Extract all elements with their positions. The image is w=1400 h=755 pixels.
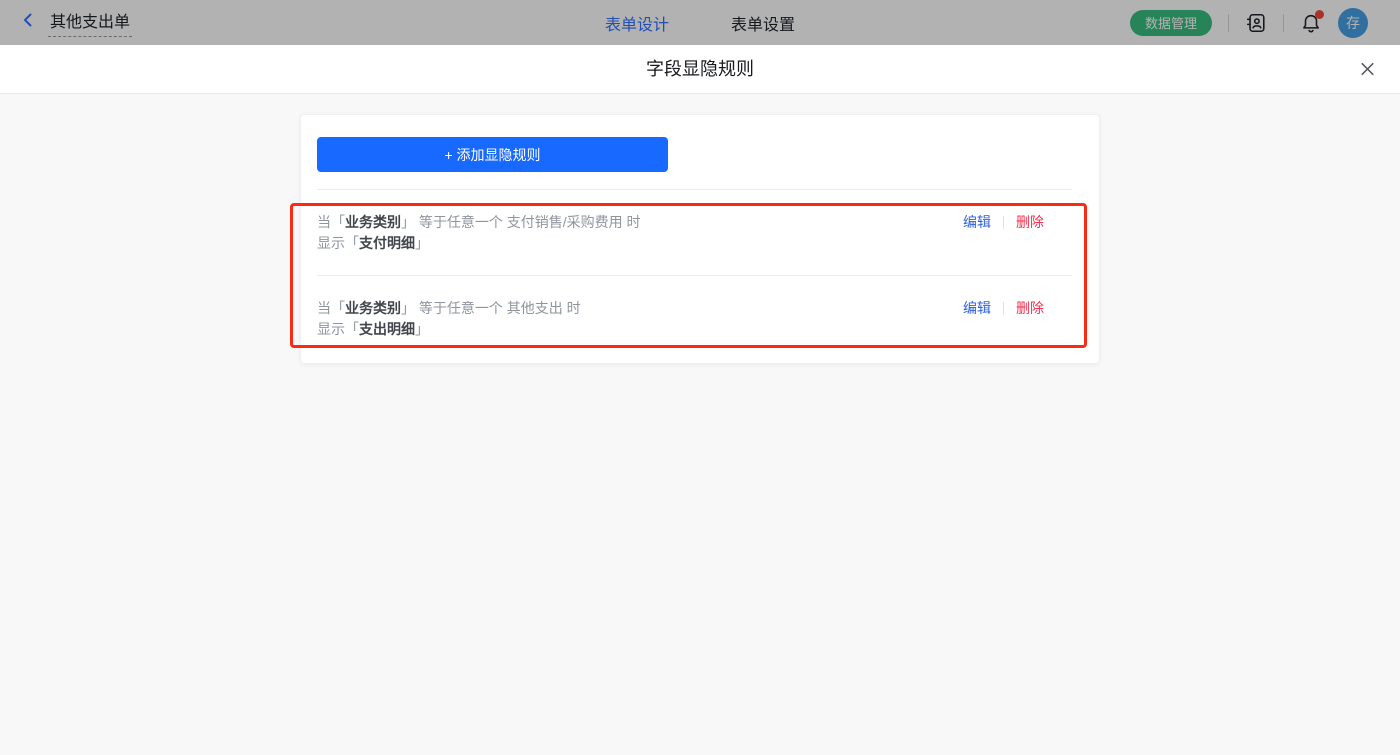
delete-rule-link[interactable]: 删除 [1016, 212, 1044, 233]
rule-text-segment: 当「 [317, 300, 345, 316]
rule-actions: 编辑 删除 [963, 212, 1044, 233]
rule-text-segment: 」 等于任意一个 其他支出 时 [401, 300, 581, 316]
divider [1003, 302, 1004, 315]
rule-result-line: 显示「支出明细」 [317, 319, 581, 340]
rule-description: 当「业务类别」 等于任意一个 支付销售/采购费用 时 显示「支付明细」 [317, 212, 641, 254]
close-icon[interactable] [1359, 61, 1376, 78]
rule-text-segment: 显示「 [317, 321, 359, 337]
rule-text-segment: 当「 [317, 214, 345, 230]
dialog-header: 字段显隐规则 [0, 45, 1400, 94]
rule-target-field: 支出明细 [359, 321, 415, 337]
rule-text-segment: 显示「 [317, 235, 359, 251]
add-rule-button[interactable]: + 添加显隐规则 [317, 137, 668, 172]
rule-target-field: 支付明细 [359, 235, 415, 251]
rule-row: 当「业务类别」 等于任意一个 其他支出 时 显示「支出明细」 编辑 删除 [317, 275, 1072, 361]
rule-actions: 编辑 删除 [963, 298, 1044, 319]
divider [1003, 216, 1004, 229]
topbar: 其他支出单 表单设计 表单设置 数据管理 [0, 0, 1400, 45]
rule-description: 当「业务类别」 等于任意一个 其他支出 时 显示「支出明细」 [317, 298, 581, 340]
rule-result-line: 显示「支付明细」 [317, 233, 641, 254]
rule-text-segment: 」 [415, 235, 429, 251]
field-visibility-rules-dialog: 字段显隐规则 + 添加显隐规则 当「业务类别」 等于任意一个 支付销售/采购费用… [0, 45, 1400, 755]
rule-text-segment: 」 [415, 321, 429, 337]
dialog-body: + 添加显隐规则 当「业务类别」 等于任意一个 支付销售/采购费用 时 显示「支… [0, 94, 1400, 364]
rules-card: + 添加显隐规则 当「业务类别」 等于任意一个 支付销售/采购费用 时 显示「支… [300, 114, 1100, 364]
edit-rule-link[interactable]: 编辑 [963, 212, 991, 233]
rule-text-segment: 」 等于任意一个 支付销售/采购费用 时 [401, 214, 641, 230]
rule-row: 当「业务类别」 等于任意一个 支付销售/采购费用 时 显示「支付明细」 编辑 删… [317, 190, 1072, 275]
modal-dim-overlay [0, 0, 1400, 45]
rule-condition-line: 当「业务类别」 等于任意一个 其他支出 时 [317, 298, 581, 319]
delete-rule-link[interactable]: 删除 [1016, 298, 1044, 319]
rules-list: 当「业务类别」 等于任意一个 支付销售/采购费用 时 显示「支付明细」 编辑 删… [317, 189, 1072, 361]
edit-rule-link[interactable]: 编辑 [963, 298, 991, 319]
rule-field-name: 业务类别 [345, 214, 401, 230]
dialog-title: 字段显隐规则 [0, 45, 1400, 94]
rule-condition-line: 当「业务类别」 等于任意一个 支付销售/采购费用 时 [317, 212, 641, 233]
rule-field-name: 业务类别 [345, 300, 401, 316]
page: 其他支出单 表单设计 表单设置 数据管理 [0, 0, 1400, 755]
